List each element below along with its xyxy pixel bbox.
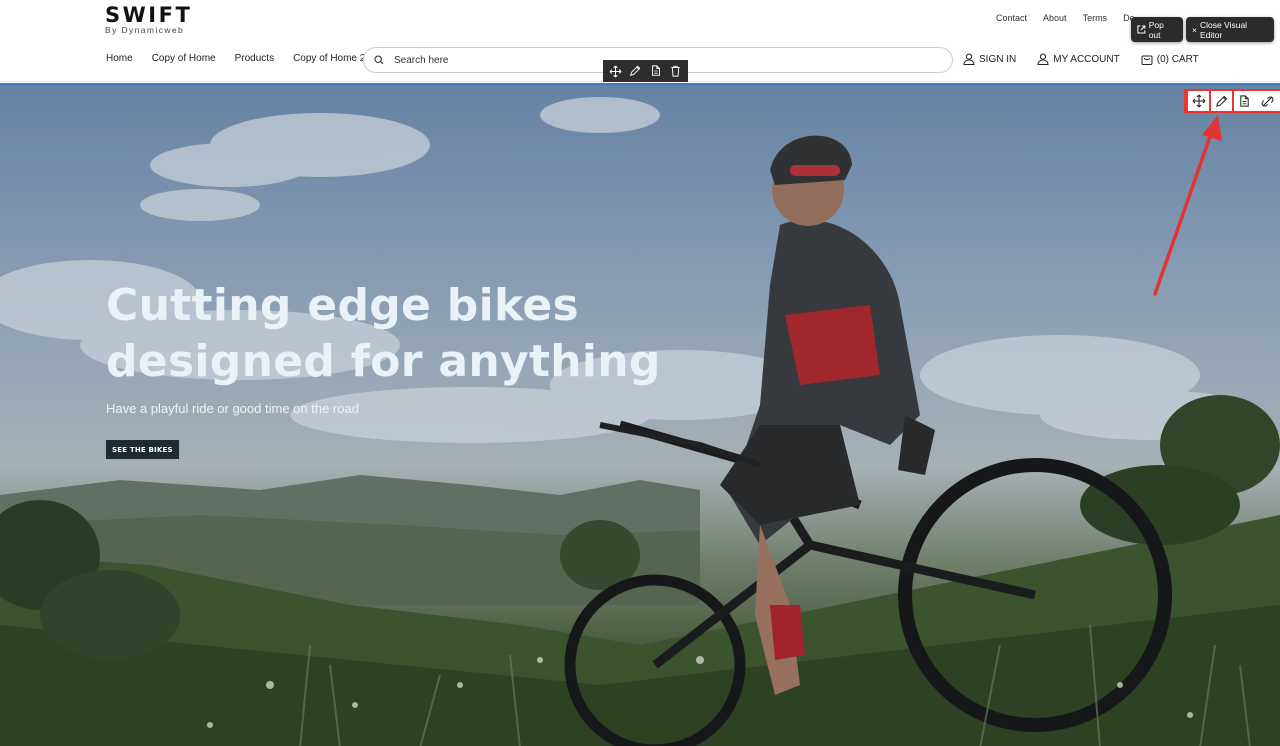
move-icon[interactable] (1186, 89, 1211, 113)
utility-links: Contact About Terms De (996, 13, 1151, 23)
my-account-label: MY ACCOUNT (1053, 53, 1120, 65)
close-visual-editor-label: Close Visual Editor (1199, 19, 1248, 40)
nav-block-toolbar (603, 60, 688, 82)
pop-out-label: Pop out (1148, 19, 1164, 40)
search-icon (374, 55, 384, 65)
brand-name: SWIFT (105, 3, 193, 27)
hero-banner[interactable]: Cutting edge bikes designed for anything… (0, 83, 1280, 746)
nav-item-home[interactable]: Home (106, 53, 133, 64)
copy-icon[interactable] (648, 63, 664, 80)
user-icon (963, 53, 975, 65)
pop-out-button[interactable]: Pop out (1131, 17, 1183, 42)
edit-pencil-icon[interactable] (627, 63, 643, 80)
close-icon: × (1192, 24, 1197, 35)
move-icon[interactable] (607, 63, 623, 80)
annotation-arrow (1153, 115, 1222, 296)
nav-item-copy-of-home-2[interactable]: Copy of Home 2 (293, 53, 365, 64)
unlink-icon[interactable] (1257, 91, 1278, 111)
close-visual-editor-button[interactable]: × Close Visual Editor (1186, 17, 1274, 42)
link-about[interactable]: About (1043, 13, 1067, 23)
hero-subtitle: Have a playful ride or good time on the … (106, 401, 359, 416)
see-the-bikes-button[interactable]: SEE THE BIKES (106, 440, 179, 459)
sign-in-label: SIGN IN (979, 53, 1017, 65)
cart-label: (0) CART (1156, 53, 1199, 65)
account-links: SIGN IN MY ACCOUNT (0) CART (963, 53, 1220, 65)
site-header: SWIFT By Dynamicweb Contact About Terms … (0, 0, 1280, 82)
hero-title: Cutting edge bikes designed for anything (106, 280, 661, 387)
brand-tagline: By Dynamicweb (105, 25, 185, 35)
brand-logo[interactable]: SWIFT By Dynamicweb (105, 4, 192, 35)
nav-item-copy-of-home[interactable]: Copy of Home (152, 53, 216, 64)
external-link-icon (1137, 25, 1146, 34)
nav-item-products[interactable]: Products (235, 53, 274, 64)
my-account-link[interactable]: MY ACCOUNT (1037, 53, 1120, 65)
cart-link[interactable]: (0) CART (1141, 53, 1199, 65)
link-contact[interactable]: Contact (996, 13, 1027, 23)
sign-in-link[interactable]: SIGN IN (963, 53, 1016, 65)
main-nav: Home Copy of Home Products Copy of Home … (106, 53, 384, 64)
edit-pencil-icon[interactable] (1209, 89, 1234, 113)
user-icon (1037, 53, 1049, 65)
copy-icon[interactable] (1234, 91, 1255, 111)
shopping-bag-icon (1141, 55, 1153, 65)
link-terms[interactable]: Terms (1083, 13, 1108, 23)
delete-icon[interactable] (668, 63, 684, 80)
visual-editor-page: SWIFT By Dynamicweb Contact About Terms … (0, 0, 1280, 746)
